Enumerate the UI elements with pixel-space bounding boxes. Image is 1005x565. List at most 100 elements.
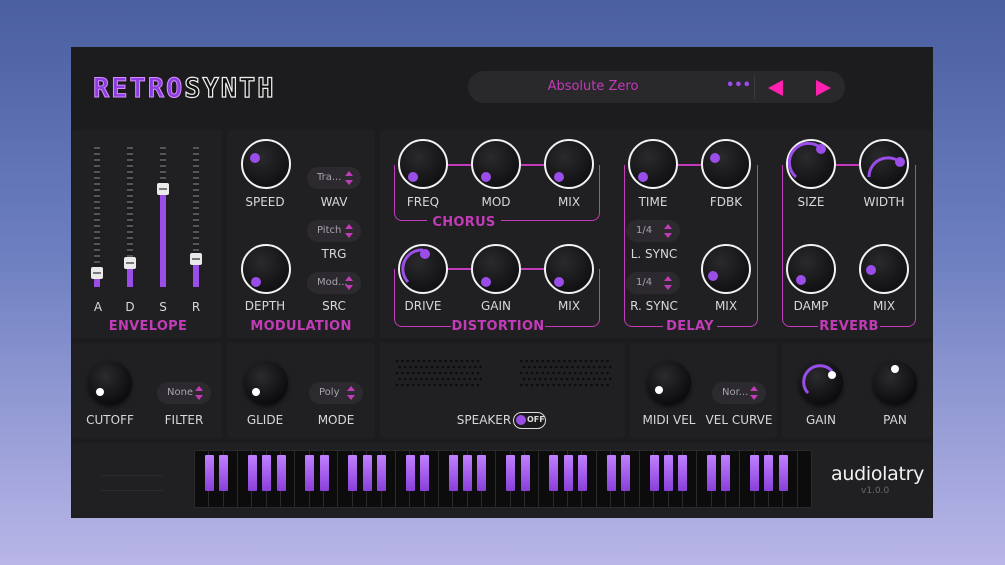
slider-thumb[interactable]	[190, 253, 202, 265]
delay-fdbk-knob[interactable]	[701, 139, 751, 189]
black-key[interactable]	[506, 455, 516, 491]
black-key[interactable]	[377, 455, 387, 491]
brand-name: audiolatry	[831, 463, 925, 485]
chevron-updown-icon	[664, 224, 672, 238]
chorus-freq-knob[interactable]	[398, 139, 448, 189]
slider-thumb[interactable]	[91, 267, 103, 279]
slider-fill	[160, 189, 166, 287]
trg-dropdown[interactable]: Pitch	[307, 220, 361, 242]
pan-knob[interactable]	[873, 361, 917, 405]
preset-menu-button[interactable]: •••	[726, 78, 751, 93]
black-key[interactable]	[362, 455, 372, 491]
black-key[interactable]	[448, 455, 458, 491]
gain-arc	[802, 364, 834, 395]
chorus-mix-label: MIX	[557, 195, 581, 209]
lsync-value: 1/4	[636, 225, 653, 236]
pitch-wheel-area	[101, 475, 163, 491]
black-key[interactable]	[520, 455, 530, 491]
black-key[interactable]	[204, 455, 214, 491]
black-key[interactable]	[305, 455, 315, 491]
filter-dropdown[interactable]: None	[157, 382, 211, 404]
black-key[interactable]	[549, 455, 559, 491]
reverb-width-label: WIDTH	[863, 195, 905, 209]
lsync-label: L. SYNC	[630, 247, 678, 261]
retrosynth-plugin: RETROSYNTH Absolute Zero ••• A D S R ENV…	[71, 47, 933, 518]
black-key[interactable]	[262, 455, 272, 491]
envelope-slider-d[interactable]	[124, 147, 136, 287]
black-key[interactable]	[319, 455, 329, 491]
gain-knob[interactable]	[799, 361, 843, 405]
black-key[interactable]	[721, 455, 731, 491]
delay-time-knob[interactable]	[628, 139, 678, 189]
glide-knob[interactable]	[244, 361, 288, 405]
speed-knob[interactable]	[241, 139, 291, 189]
chevron-updown-icon	[345, 224, 353, 238]
vel-curve-label: VEL CURVE	[705, 413, 773, 427]
wav-dropdown[interactable]: Tra...	[307, 167, 361, 189]
distortion-mix-knob[interactable]	[544, 244, 594, 294]
black-key[interactable]	[276, 455, 286, 491]
chorus-title: CHORUS	[427, 215, 501, 230]
filter-value: None	[167, 387, 194, 398]
piano-keyboard[interactable]	[194, 450, 812, 508]
distortion-mix-label: MIX	[557, 299, 581, 313]
black-key[interactable]	[778, 455, 788, 491]
midi-vel-knob[interactable]	[647, 361, 691, 405]
reverb-size-knob[interactable]	[786, 139, 836, 189]
src-dropdown[interactable]: Mod...	[307, 272, 361, 294]
black-key[interactable]	[247, 455, 257, 491]
next-preset-button[interactable]	[816, 80, 831, 96]
chevron-updown-icon	[345, 276, 353, 290]
rsync-dropdown[interactable]: 1/4	[626, 272, 680, 294]
slider-thumb[interactable]	[124, 257, 136, 270]
size-arc	[787, 141, 822, 179]
cutoff-knob[interactable]	[88, 361, 132, 405]
black-key[interactable]	[477, 455, 487, 491]
envelope-title: ENVELOPE	[108, 319, 188, 334]
black-key[interactable]	[219, 455, 229, 491]
wav-label: WAV	[320, 195, 348, 209]
reverb-damp-knob[interactable]	[786, 244, 836, 294]
previous-preset-button[interactable]	[768, 80, 783, 96]
black-key[interactable]	[764, 455, 774, 491]
black-key[interactable]	[678, 455, 688, 491]
delay-mix-knob[interactable]	[701, 244, 751, 294]
reverb-mix-label: MIX	[872, 299, 896, 313]
logo-synth: SYNTH	[184, 72, 276, 104]
black-key[interactable]	[405, 455, 415, 491]
vel-curve-dropdown[interactable]: Nor...	[712, 382, 766, 404]
black-key[interactable]	[707, 455, 717, 491]
trg-label: TRG	[321, 247, 347, 261]
logo-retro: RETRO	[92, 73, 185, 105]
black-key[interactable]	[620, 455, 630, 491]
black-key[interactable]	[649, 455, 659, 491]
black-key[interactable]	[420, 455, 430, 491]
mode-value: Poly	[319, 387, 340, 398]
black-key[interactable]	[563, 455, 573, 491]
slider-thumb[interactable]	[157, 183, 169, 195]
reverb-mix-knob[interactable]	[859, 244, 909, 294]
reverb-width-knob[interactable]	[859, 139, 909, 189]
envelope-slider-a[interactable]	[91, 147, 103, 287]
black-key[interactable]	[664, 455, 673, 491]
mode-label: MODE	[317, 413, 355, 427]
chorus-mod-knob[interactable]	[471, 139, 521, 189]
envelope-slider-r[interactable]	[190, 147, 202, 287]
black-key[interactable]	[606, 455, 616, 491]
black-key[interactable]	[463, 455, 473, 491]
mode-dropdown[interactable]: Poly	[309, 382, 363, 404]
distortion-gain-knob[interactable]	[471, 244, 521, 294]
black-key[interactable]	[577, 455, 587, 491]
distortion-drive-knob[interactable]	[398, 244, 448, 294]
chorus-mix-knob[interactable]	[544, 139, 594, 189]
black-key[interactable]	[348, 455, 358, 491]
speaker-toggle[interactable]: OFF	[513, 412, 546, 429]
envelope-slider-s[interactable]	[157, 147, 169, 287]
preset-name[interactable]: Absolute Zero	[518, 79, 668, 94]
src-label: SRC	[322, 299, 346, 313]
black-key[interactable]	[750, 455, 760, 491]
white-key[interactable]	[797, 451, 812, 507]
lsync-dropdown[interactable]: 1/4	[626, 220, 680, 242]
vel-curve-value: Nor...	[722, 387, 749, 398]
depth-knob[interactable]	[241, 244, 291, 294]
